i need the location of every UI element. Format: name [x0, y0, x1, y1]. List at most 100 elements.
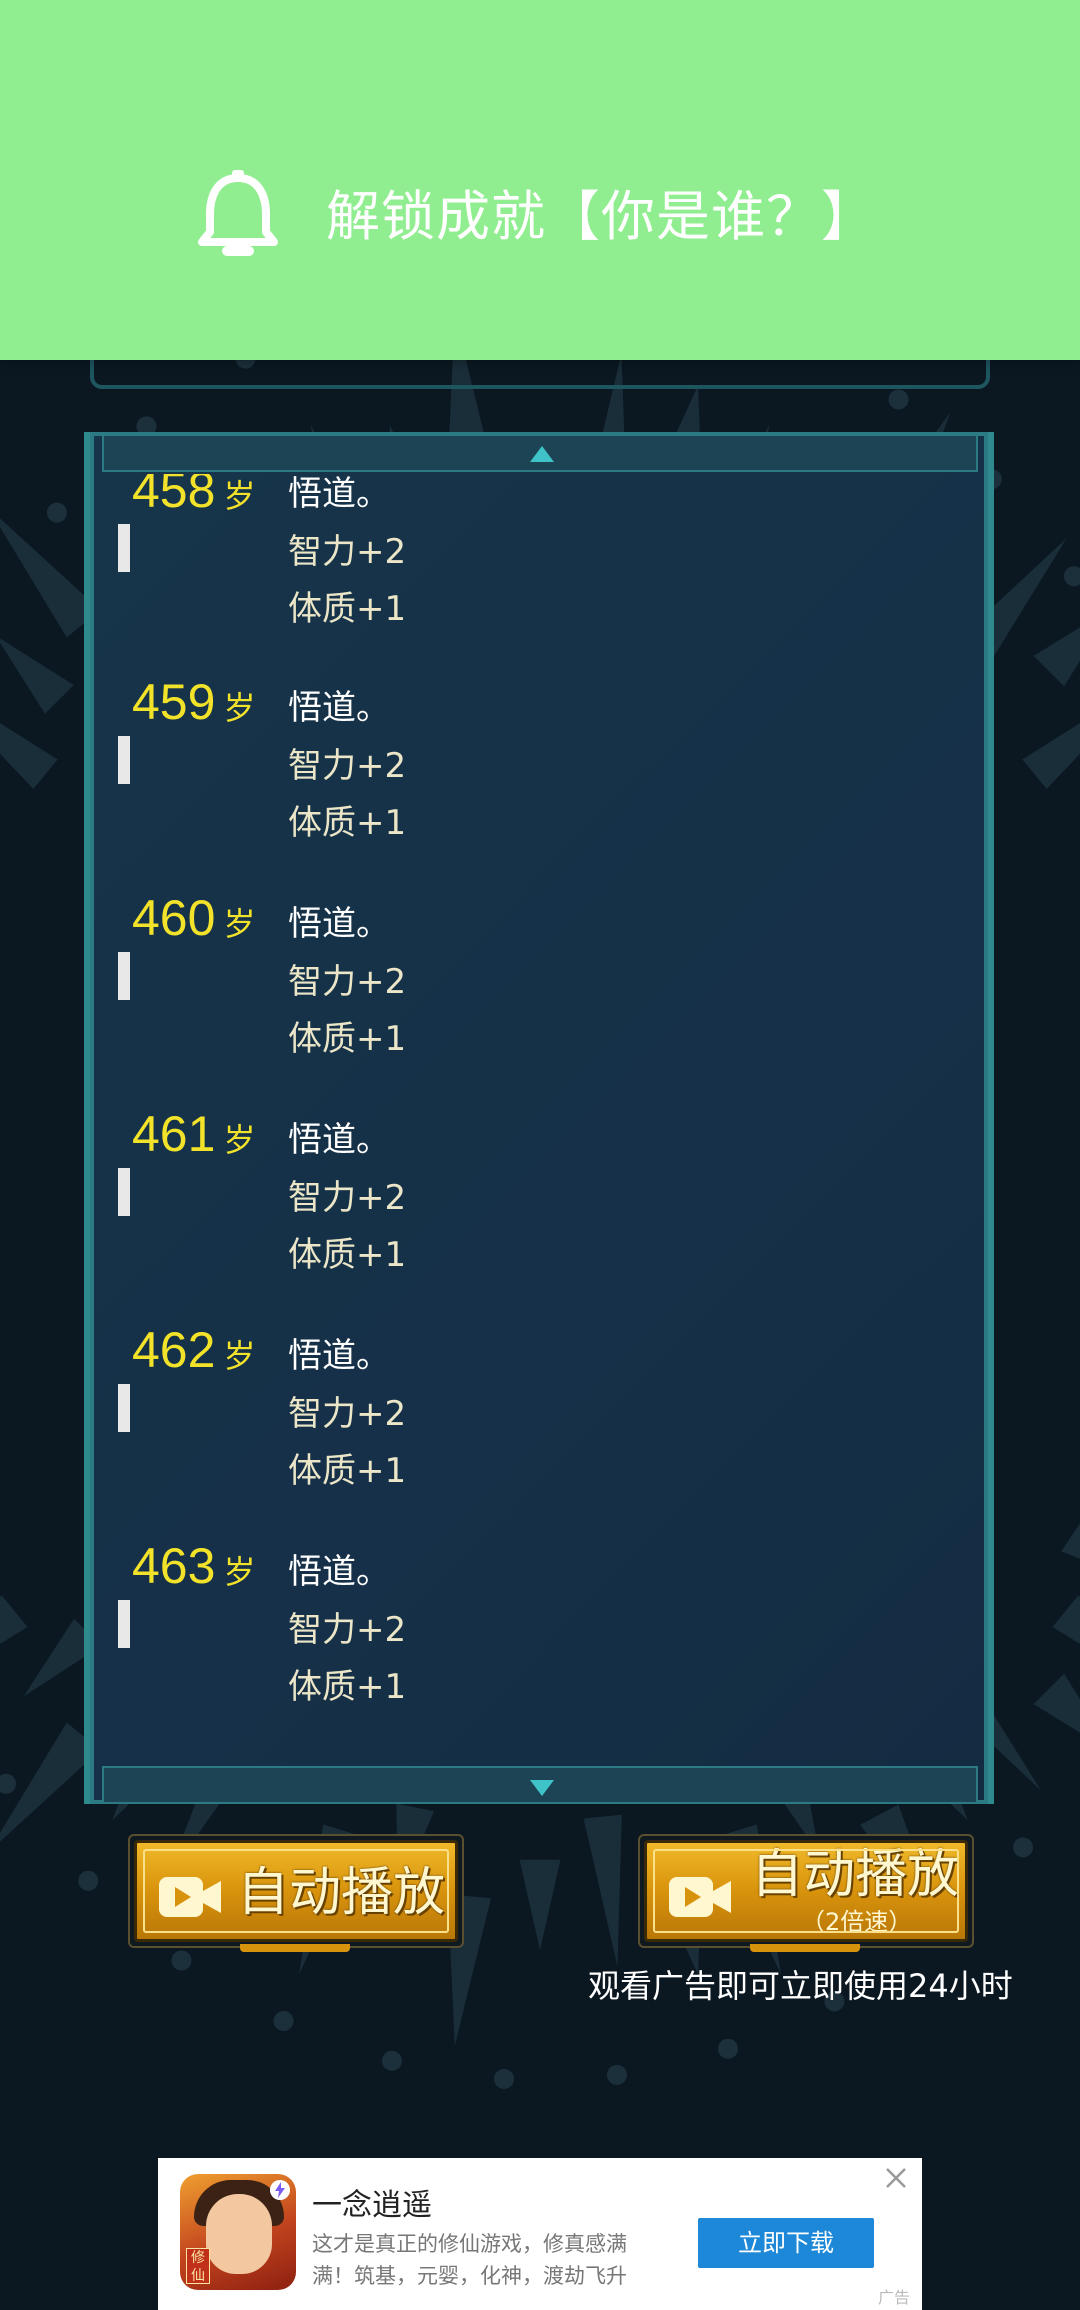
app-icon-tag: 修仙	[186, 2248, 210, 2284]
log-entry: 460 岁 悟道。 智力+2 体质+1	[94, 890, 984, 1106]
log-entry: 462 岁 悟道。 智力+2 体质+1	[94, 1322, 984, 1538]
log-entry: 461 岁 悟道。 智力+2 体质+1	[94, 1106, 984, 1322]
background-dot	[494, 2068, 515, 2089]
character-face	[206, 2194, 272, 2274]
background-ray	[1033, 627, 1080, 687]
entry-line: 智力+2	[288, 961, 407, 1002]
background-dot	[171, 1950, 192, 1971]
entry-line: 智力+2	[288, 1177, 407, 1218]
entry-marker	[118, 1600, 130, 1648]
ad-title: 一念逍遥	[312, 2188, 432, 2223]
background-ray	[519, 1859, 561, 1950]
entry-line: 体质+1	[288, 589, 407, 629]
age-value: 459	[132, 674, 216, 730]
video-camera-icon	[159, 1877, 221, 1917]
entry-line: 悟道。	[288, 688, 390, 728]
entry-line: 智力+2	[288, 1609, 407, 1650]
entry-line: 悟道。	[288, 1336, 390, 1376]
age-label: 463 岁	[132, 1538, 255, 1600]
background-dot	[46, 502, 67, 523]
age-unit: 岁	[223, 1122, 256, 1158]
age-unit: 岁	[223, 1338, 256, 1374]
bell-icon	[198, 170, 278, 256]
background-ray	[1061, 1523, 1080, 1559]
background-dot	[78, 1870, 99, 1891]
log-entry: 458 岁 悟道。 智力+2 体质+1	[94, 474, 984, 690]
scroll-down-bar[interactable]	[102, 1766, 978, 1804]
age-label: 460 岁	[132, 890, 255, 952]
age-unit: 岁	[223, 906, 256, 942]
button-tab	[750, 1944, 860, 1952]
age-label: 461 岁	[132, 1106, 255, 1168]
entry-lines: 悟道。 智力+2 体质+1	[288, 1328, 406, 1501]
background-dot	[606, 2064, 627, 2085]
age-unit: 岁	[223, 1554, 256, 1590]
age-value: 458	[132, 474, 216, 518]
entry-lines: 悟道。 智力+2 体质+1	[288, 1544, 406, 1717]
entry-marker	[118, 736, 130, 784]
download-button[interactable]: 立即下载	[698, 2218, 874, 2268]
autoplay-button-face: 自动播放	[134, 1840, 458, 1942]
entry-line: 悟道。	[288, 904, 390, 944]
age-value: 460	[132, 890, 216, 946]
autoplay-2x-button-face: 自动播放 （2倍速）	[644, 1840, 968, 1942]
entry-lines: 悟道。 智力+2 体质+1	[288, 896, 406, 1069]
entry-lines: 悟道。 智力+2 体质+1	[288, 680, 406, 853]
entry-line: 智力+2	[288, 531, 407, 572]
autoplay-button[interactable]: 自动播放	[128, 1834, 464, 1952]
button-tab	[240, 1944, 350, 1952]
life-log-list[interactable]: 458 岁 悟道。 智力+2 体质+1 459 岁 悟道。 智力+2 体质+1 46…	[94, 474, 984, 1764]
background-dot	[273, 2010, 294, 2031]
entry-line: 体质+1	[288, 1235, 407, 1275]
close-icon[interactable]	[882, 2164, 910, 2192]
ad-reward-note: 观看广告即可立即使用24小时	[588, 1967, 1013, 2005]
age-label: 459 岁	[132, 674, 255, 736]
background-ray	[0, 1595, 28, 1644]
entry-line: 体质+1	[288, 1451, 407, 1491]
background-dot	[1013, 1837, 1034, 1858]
background-dot	[888, 389, 909, 410]
arrow-down-icon	[530, 1780, 554, 1796]
age-value: 462	[132, 1322, 216, 1378]
entry-marker	[118, 524, 130, 572]
background-dot	[0, 1773, 17, 1794]
entry-line: 体质+1	[288, 1667, 407, 1707]
ad-label: 广告	[878, 2288, 911, 2307]
entry-line: 悟道。	[288, 474, 390, 514]
age-label: 458 岁	[132, 474, 255, 524]
log-entry: 459 岁 悟道。 智力+2 体质+1	[94, 674, 984, 890]
background-ray	[1022, 723, 1080, 790]
top-frame	[90, 355, 990, 389]
age-value: 461	[132, 1106, 216, 1162]
notification-text: 解锁成就【你是谁？】	[326, 185, 876, 248]
entry-lines: 悟道。 智力+2 体质+1	[288, 1112, 406, 1285]
autoplay-2x-button[interactable]: 自动播放 （2倍速）	[638, 1834, 974, 1952]
entry-line: 智力+2	[288, 1393, 407, 1434]
age-unit: 岁	[223, 690, 256, 726]
achievement-notification: 解锁成就【你是谁？】	[0, 0, 1080, 360]
log-entry: 463 岁 悟道。 智力+2 体质+1	[94, 1538, 984, 1754]
scroll-up-bar[interactable]	[102, 434, 978, 472]
background-ray	[583, 1814, 622, 1967]
ad-description: 这才是真正的修仙游戏，修真感满满！筑基，元婴，化神，渡劫飞升	[312, 2232, 627, 2288]
arrow-up-icon	[530, 446, 554, 462]
age-label: 462 岁	[132, 1322, 255, 1384]
speed-label: （2倍速）	[801, 1908, 913, 1936]
lightning-badge-icon	[270, 2180, 290, 2200]
entry-line: 智力+2	[288, 745, 407, 786]
age-value: 463	[132, 1538, 216, 1594]
entry-marker	[118, 1384, 130, 1432]
entry-lines: 悟道。 智力+2 体质+1	[288, 474, 406, 639]
ad-banner[interactable]: 修仙 一念逍遥 这才是真正的修仙游戏，修真感满满！筑基，元婴，化神，渡劫飞升 立…	[158, 2158, 922, 2310]
background-dot	[381, 2050, 402, 2071]
video-camera-icon	[669, 1877, 731, 1917]
background-ray	[0, 638, 74, 714]
entry-line: 悟道。	[288, 1552, 390, 1592]
entry-line: 体质+1	[288, 803, 407, 843]
entry-marker	[118, 952, 130, 1000]
entry-line: 体质+1	[288, 1019, 407, 1059]
autoplay-label: 自动播放	[237, 1863, 446, 1923]
background-ray	[1033, 1673, 1080, 1733]
age-unit: 岁	[223, 478, 256, 514]
entry-marker	[118, 1168, 130, 1216]
